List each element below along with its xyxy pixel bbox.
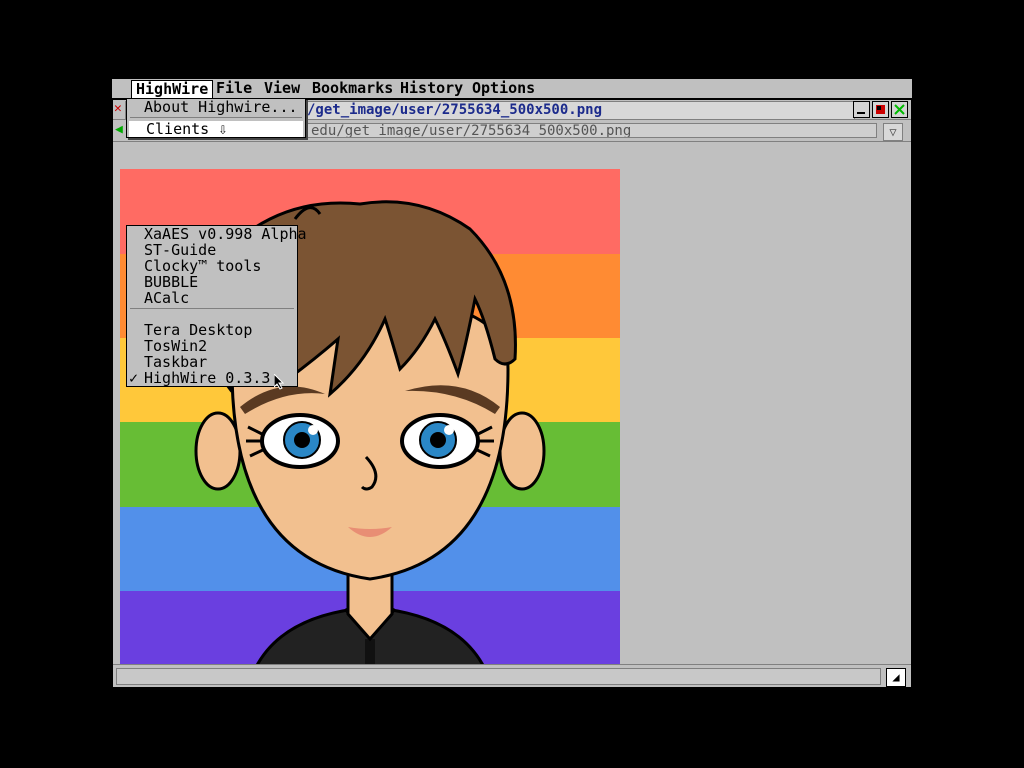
minimize-icon[interactable] xyxy=(853,101,870,118)
mouse-pointer-icon xyxy=(274,374,284,390)
client-item[interactable]: XaAES v0.998 Alpha xyxy=(127,226,307,242)
client-item[interactable]: BUBBLE xyxy=(127,274,297,290)
menu-separator xyxy=(127,115,305,121)
menu-highwire[interactable]: HighWire xyxy=(131,80,214,98)
status-bar: ◢ xyxy=(113,664,911,687)
menu-bookmarks[interactable]: Bookmarks xyxy=(308,80,397,97)
app-item-label: HighWire 0.3.3 xyxy=(144,369,271,387)
clients-submenu: XaAES v0.998 Alpha ST-Guide Clocky™ tool… xyxy=(126,225,307,387)
menu-separator xyxy=(127,306,297,322)
client-item[interactable]: Clocky™ tools xyxy=(127,258,297,274)
app-item[interactable]: Tera Desktop xyxy=(127,322,297,338)
app-item[interactable]: Taskbar xyxy=(127,354,297,370)
menu-history[interactable]: History xyxy=(396,80,467,97)
fullscreen-icon[interactable] xyxy=(891,101,908,118)
menu-view[interactable]: View xyxy=(260,80,304,97)
desktop-screen: HighWire File View Bookmarks History Opt… xyxy=(112,79,912,688)
menu-clients[interactable]: Clients ⇩ xyxy=(129,121,303,137)
status-field xyxy=(116,668,881,685)
menu-options[interactable]: Options xyxy=(468,80,539,97)
page-content xyxy=(114,143,902,673)
client-item[interactable]: ACalc xyxy=(127,290,297,306)
app-item-active[interactable]: ✓ HighWire 0.3.3 xyxy=(127,370,297,386)
resize-grip-icon[interactable]: ◢ xyxy=(886,668,906,687)
app-item[interactable]: TosWin2 xyxy=(127,338,297,354)
highwire-menu-dropdown: About Highwire... Clients ⇩ xyxy=(126,98,306,138)
browser-window: ✕ loads.scratch.mit.edu/get_image/user/2… xyxy=(112,99,912,688)
menu-file[interactable]: File xyxy=(212,80,256,97)
triangle-down-icon[interactable]: ▽ xyxy=(883,123,903,141)
client-item[interactable]: ST-Guide xyxy=(127,242,297,258)
menu-about[interactable]: About Highwire... xyxy=(127,99,305,115)
menu-bar: HighWire File View Bookmarks History Opt… xyxy=(112,79,912,99)
iconify-icon[interactable] xyxy=(872,101,889,118)
checkmark-icon: ✓ xyxy=(129,369,139,387)
